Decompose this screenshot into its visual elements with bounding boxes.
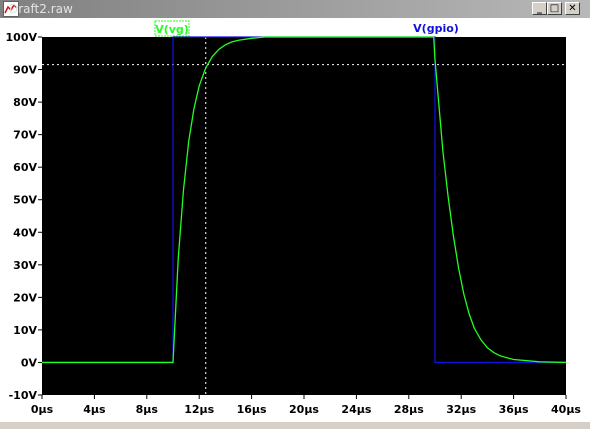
- y-tick-label: 50V: [13, 194, 37, 207]
- x-tick-label: 16µs: [237, 403, 267, 416]
- y-tick-label: 0V: [21, 356, 38, 369]
- close-button[interactable]: ✕: [565, 2, 580, 15]
- legend-label-vg: V(vg): [155, 23, 189, 36]
- x-tick-label: 40µs: [551, 403, 581, 416]
- legend: V(vg) V(gpio): [154, 20, 459, 37]
- y-tick-label: 10V: [13, 324, 37, 337]
- waveform-window: Draft2.raw _ □ ✕ 0µs 4µs 8µs 12µs 16µs 20µs 24…: [0, 0, 590, 429]
- status-strip: [0, 422, 590, 429]
- y-tick-label: 60V: [13, 161, 37, 174]
- y-tick-label: 100V: [6, 31, 38, 44]
- y-tick-label: 40V: [13, 226, 37, 239]
- y-tick-label: 20V: [13, 291, 37, 304]
- x-tick-label: 4µs: [83, 403, 106, 416]
- minimize-button[interactable]: _: [532, 2, 547, 15]
- x-tick-label: 28µs: [394, 403, 424, 416]
- y-tick-label: 70V: [13, 129, 37, 142]
- y-tick-label: 90V: [13, 64, 37, 77]
- x-tick-label: 24µs: [341, 403, 371, 416]
- x-tick-label: 32µs: [446, 403, 476, 416]
- waveform-chart[interactable]: 0µs 4µs 8µs 12µs 16µs 20µs 24µs 28µs 32µs 36µs 40µ…: [0, 18, 590, 429]
- maximize-button[interactable]: □: [547, 2, 562, 15]
- window-title: Draft2.raw: [9, 2, 73, 16]
- y-axis: -10V 0V 10V 20V 30V 40V 50V 60V 70V 80V 90V 100V: [6, 31, 42, 402]
- x-axis: 0µs 4µs 8µs 12µs 16µs 20µs 24µs 28µs 32µs 36µs 40µ…: [31, 395, 581, 416]
- title-bar[interactable]: Draft2.raw _ □ ✕: [0, 0, 590, 18]
- x-tick-label: 12µs: [184, 403, 214, 416]
- x-tick-label: 36µs: [499, 403, 529, 416]
- legend-label-gpio: V(gpio): [413, 22, 459, 35]
- x-tick-label: 20µs: [289, 403, 319, 416]
- x-tick-label: 8µs: [136, 403, 159, 416]
- plot-area[interactable]: [42, 37, 566, 395]
- y-tick-label: 30V: [13, 259, 37, 272]
- x-tick-label: 0µs: [31, 403, 54, 416]
- y-tick-label: 80V: [13, 96, 37, 109]
- y-tick-label: -10V: [9, 389, 38, 402]
